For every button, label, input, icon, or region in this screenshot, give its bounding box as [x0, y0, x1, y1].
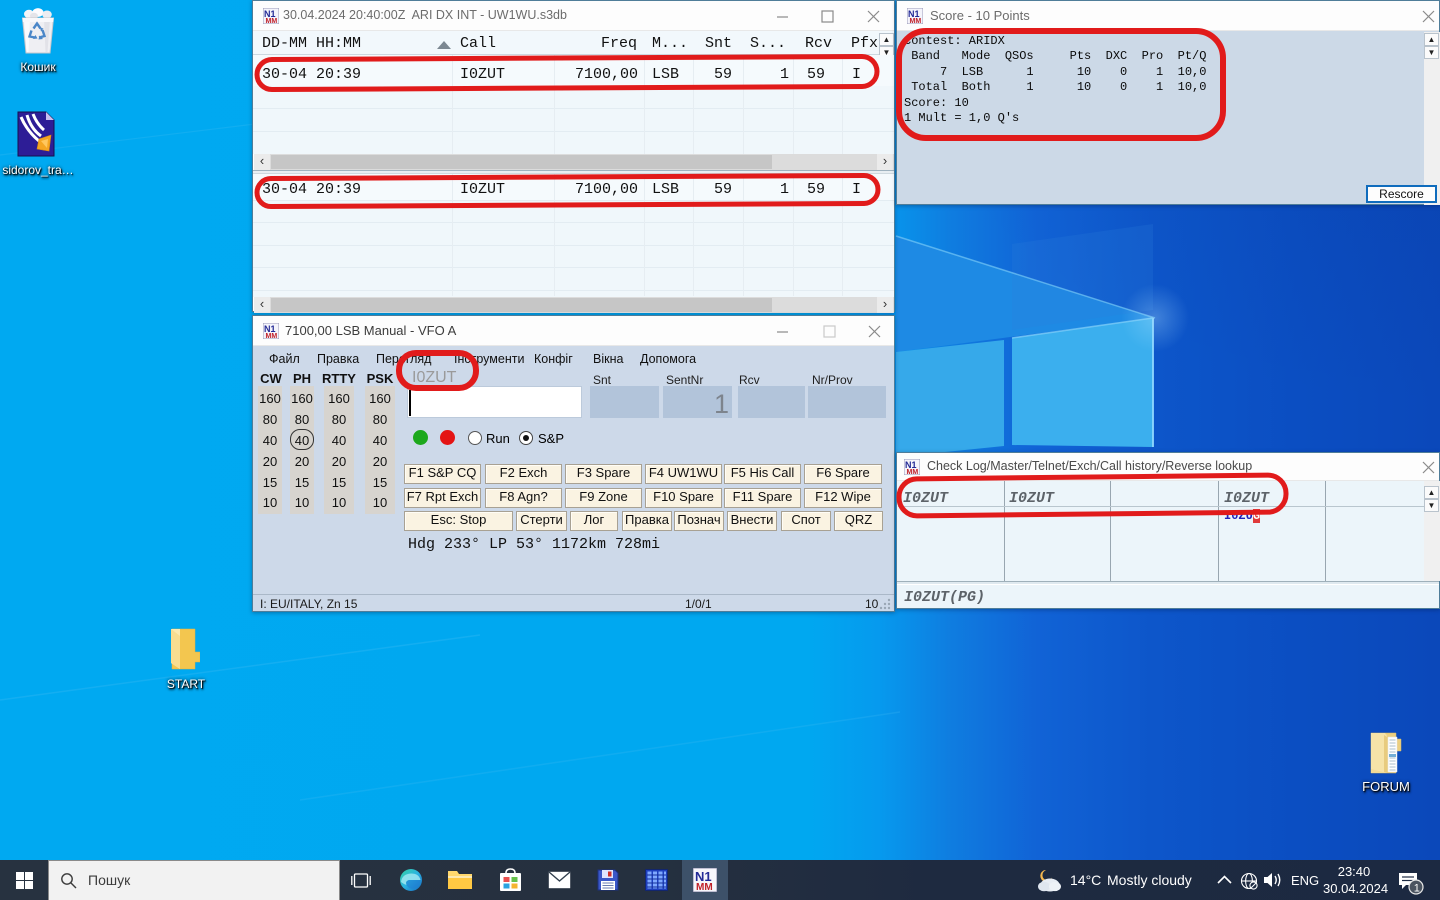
- svg-text:MM: MM: [266, 18, 278, 24]
- svg-text:MM: MM: [910, 18, 922, 24]
- svg-text:MM: MM: [696, 882, 713, 892]
- svg-text:MM: MM: [266, 333, 278, 339]
- svg-text:MM: MM: [907, 469, 919, 475]
- svg-text:1: 1: [1414, 882, 1420, 894]
